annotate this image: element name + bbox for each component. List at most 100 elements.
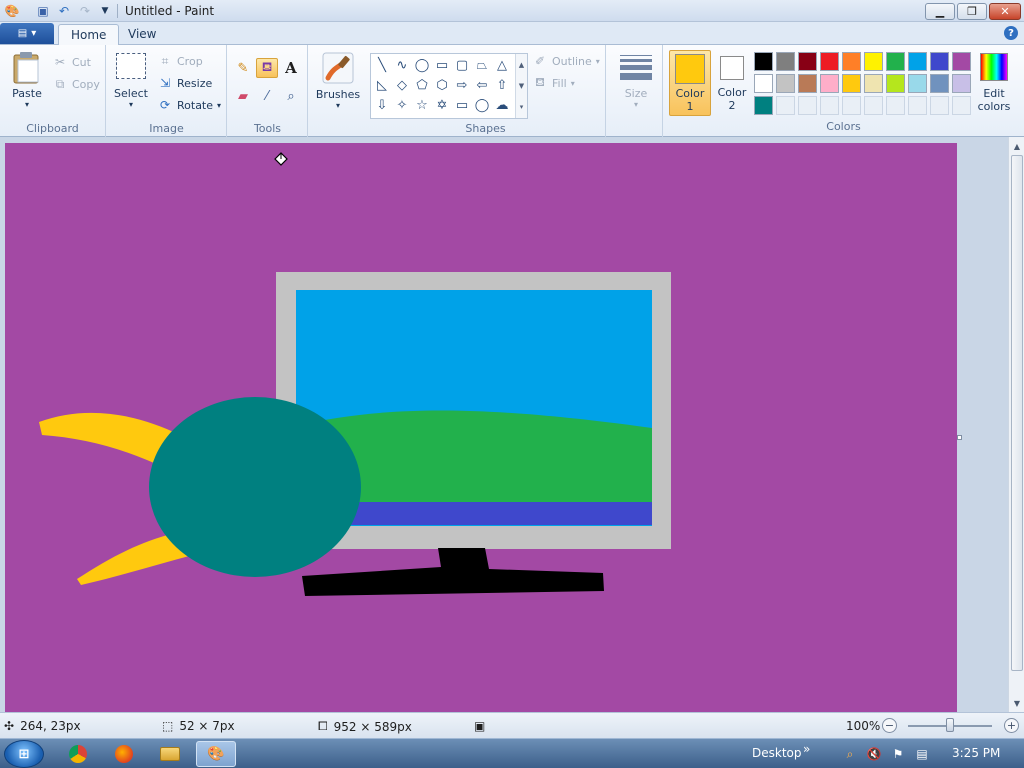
cut-button[interactable]: ✂ Cut xyxy=(52,54,91,70)
color-picker-icon[interactable]: ⁄ xyxy=(256,86,278,106)
taskbar-chrome[interactable] xyxy=(58,741,98,767)
drawing-canvas[interactable] xyxy=(5,143,957,712)
palette-swatch-empty[interactable] xyxy=(798,96,817,115)
palette-swatch-empty[interactable] xyxy=(820,96,839,115)
palette-swatch-empty[interactable] xyxy=(952,96,971,115)
up-arrow-shape-icon[interactable]: ⇧ xyxy=(493,76,511,94)
palette-swatch-empty[interactable] xyxy=(930,96,949,115)
palette-swatch[interactable] xyxy=(952,52,971,71)
paste-button[interactable]: Paste ▾ xyxy=(8,51,46,109)
polygon-shape-icon[interactable]: ⏢ xyxy=(473,56,491,74)
magnifier-icon[interactable]: ⌕ xyxy=(280,86,302,106)
eraser-icon[interactable]: ▰ xyxy=(232,86,254,106)
taskbar-explorer[interactable] xyxy=(150,741,190,767)
fill-button[interactable]: ⛾ Fill ▾ xyxy=(532,75,575,91)
save-icon[interactable]: ▣ xyxy=(35,3,51,19)
palette-swatch[interactable] xyxy=(908,52,927,71)
toolbar-chevron-icon[interactable]: » xyxy=(803,742,810,756)
scroll-up-icon[interactable]: ▲ xyxy=(1011,140,1023,152)
palette-swatch-empty[interactable] xyxy=(908,96,927,115)
pencil-icon[interactable]: ✎ xyxy=(232,58,254,78)
crop-button[interactable]: ⌗ Crop xyxy=(157,53,203,69)
palette-swatch[interactable] xyxy=(842,74,861,93)
color1-button[interactable]: Color 1 xyxy=(669,50,711,116)
paint-app-icon[interactable]: 🎨 xyxy=(4,3,20,19)
line-shape-icon[interactable]: ╲ xyxy=(373,56,391,74)
close-button[interactable]: ✕ xyxy=(989,3,1021,20)
qat-dropdown-icon[interactable]: ▼ xyxy=(97,3,113,19)
five-point-star-shape-icon[interactable]: ☆ xyxy=(413,96,431,114)
palette-swatch[interactable] xyxy=(886,52,905,71)
zoom-in-icon[interactable]: + xyxy=(1004,718,1019,733)
palette-swatch[interactable] xyxy=(754,52,773,71)
palette-swatch[interactable] xyxy=(930,74,949,93)
triangle-shape-icon[interactable]: △ xyxy=(493,56,511,74)
palette-swatch[interactable] xyxy=(864,74,883,93)
search-icon[interactable]: ⌕ xyxy=(842,746,858,762)
shapes-scrollbar[interactable]: ▲ ▼ ▾ xyxy=(515,54,527,118)
size-button[interactable]: Size ▾ xyxy=(614,53,658,109)
palette-swatch[interactable] xyxy=(908,74,927,93)
resize-button[interactable]: ⇲ Resize xyxy=(157,75,212,91)
palette-swatch[interactable] xyxy=(930,52,949,71)
help-icon[interactable]: ? xyxy=(1004,26,1018,40)
redo-icon[interactable]: ↷ xyxy=(77,3,93,19)
hexagon-shape-icon[interactable]: ⬡ xyxy=(433,76,451,94)
edit-colors-button[interactable]: Edit colors xyxy=(974,50,1014,116)
palette-swatch[interactable] xyxy=(776,74,795,93)
scroll-down-icon[interactable]: ▼ xyxy=(1011,697,1023,709)
zoom-slider-thumb[interactable] xyxy=(946,718,954,732)
diamond-shape-icon[interactable]: ◇ xyxy=(393,76,411,94)
oval-callout-shape-icon[interactable]: ◯ xyxy=(473,96,491,114)
palette-swatch[interactable] xyxy=(864,52,883,71)
clock[interactable]: 3:25 PM xyxy=(952,746,1000,760)
brushes-button[interactable]: Brushes ▾ xyxy=(315,52,361,110)
color2-button[interactable]: Color 2 xyxy=(711,50,753,116)
four-point-star-shape-icon[interactable]: ✧ xyxy=(393,96,411,114)
desktop-toolbar[interactable]: Desktop xyxy=(752,746,802,760)
curve-shape-icon[interactable]: ∿ xyxy=(393,56,411,74)
taskbar-paint[interactable]: 🎨 xyxy=(196,741,236,767)
palette-swatch[interactable] xyxy=(820,74,839,93)
down-arrow-shape-icon[interactable]: ⇩ xyxy=(373,96,391,114)
palette-swatch[interactable] xyxy=(886,74,905,93)
vertical-scrollbar[interactable]: ▲ ▼ xyxy=(1008,137,1024,712)
right-triangle-shape-icon[interactable]: ◺ xyxy=(373,76,391,94)
text-tool-icon[interactable]: A xyxy=(280,58,302,78)
left-arrow-shape-icon[interactable]: ⇦ xyxy=(473,76,491,94)
cloud-callout-shape-icon[interactable]: ☁ xyxy=(493,96,511,114)
palette-swatch[interactable] xyxy=(842,52,861,71)
rectangle-shape-icon[interactable]: ▭ xyxy=(433,56,451,74)
palette-swatch[interactable] xyxy=(952,74,971,93)
canvas-resize-handle[interactable] xyxy=(957,435,962,440)
tab-view[interactable]: View xyxy=(116,24,168,46)
expand-gallery-icon[interactable]: ▾ xyxy=(520,103,524,111)
restore-button[interactable]: ❐ xyxy=(957,3,987,20)
scroll-thumb[interactable] xyxy=(1011,155,1023,671)
select-button[interactable]: Select ▾ xyxy=(113,53,149,109)
palette-swatch[interactable] xyxy=(820,52,839,71)
flag-icon[interactable]: ⚑ xyxy=(890,746,906,762)
rotate-button[interactable]: ⟳ Rotate ▾ xyxy=(157,97,221,113)
copy-button[interactable]: ⧉ Copy xyxy=(52,76,100,92)
zoom-out-icon[interactable]: − xyxy=(882,718,897,733)
right-arrow-shape-icon[interactable]: ⇨ xyxy=(453,76,471,94)
start-button[interactable]: ⊞ xyxy=(4,740,44,768)
scroll-down-icon[interactable]: ▼ xyxy=(519,82,524,90)
palette-swatch-empty[interactable] xyxy=(864,96,883,115)
tab-home[interactable]: Home xyxy=(58,24,120,46)
undo-icon[interactable]: ↶ xyxy=(56,3,72,19)
speaker-muted-icon[interactable]: 🔇 xyxy=(866,746,882,762)
six-point-star-shape-icon[interactable]: ✡ xyxy=(433,96,451,114)
minimize-button[interactable]: ▁ xyxy=(925,3,955,20)
rounded-rectangle-shape-icon[interactable]: ▢ xyxy=(453,56,471,74)
taskbar-firefox[interactable] xyxy=(104,741,144,767)
scroll-up-icon[interactable]: ▲ xyxy=(519,61,524,69)
palette-swatch-empty[interactable] xyxy=(776,96,795,115)
paint-menu-button[interactable]: ▤ ▾ xyxy=(0,23,54,44)
palette-swatch[interactable] xyxy=(798,52,817,71)
palette-swatch-empty[interactable] xyxy=(886,96,905,115)
outline-button[interactable]: ✐ Outline ▾ xyxy=(532,53,600,69)
palette-swatch-empty[interactable] xyxy=(842,96,861,115)
palette-swatch[interactable] xyxy=(776,52,795,71)
